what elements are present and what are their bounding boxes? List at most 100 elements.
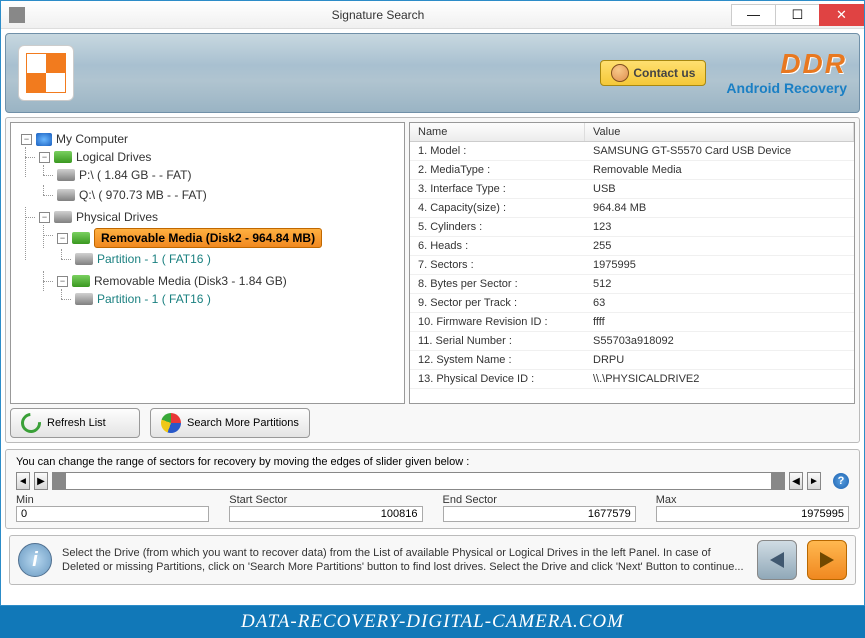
start-label: Start Sector (229, 494, 422, 506)
prop-name: 6. Heads : (410, 239, 585, 253)
tree-physical-drives[interactable]: − Physical Drives (37, 209, 400, 225)
node-label: Logical Drives (76, 150, 151, 164)
tree-disk2[interactable]: − Removable Media (Disk2 - 964.84 MB) (55, 227, 400, 249)
prop-name: 2. MediaType : (410, 163, 585, 177)
prop-name: 13. Physical Device ID : (410, 372, 585, 386)
end-input[interactable] (443, 506, 636, 522)
prop-name: 4. Capacity(size) : (410, 201, 585, 215)
contact-label: Contact us (633, 66, 695, 80)
slider-left-button[interactable]: ◄ (16, 472, 30, 490)
property-row[interactable]: 3. Interface Type :USB (410, 180, 854, 199)
main-content: − My Computer − Logical Drives (5, 117, 860, 605)
prop-name: 10. Firmware Revision ID : (410, 315, 585, 329)
properties-body: 1. Model :SAMSUNG GT-S5570 Card USB Devi… (410, 142, 854, 389)
prop-value: S55703a918092 (585, 334, 854, 348)
collapse-icon[interactable]: − (39, 212, 50, 223)
slider-track[interactable] (52, 472, 785, 490)
prop-name: 11. Serial Number : (410, 334, 585, 348)
prop-value: ffff (585, 315, 854, 329)
collapse-icon[interactable]: − (39, 152, 50, 163)
arrow-left-icon (770, 552, 784, 568)
prop-name: 5. Cylinders : (410, 220, 585, 234)
next-button[interactable] (807, 540, 847, 580)
prop-value: 63 (585, 296, 854, 310)
sector-hint: You can change the range of sectors for … (16, 456, 849, 468)
slider-right-button[interactable]: ► (807, 472, 821, 490)
slider-end-handle[interactable]: ◀ (789, 472, 803, 490)
tree-logical-drives[interactable]: − Logical Drives (37, 149, 400, 165)
prop-name: 1. Model : (410, 144, 585, 158)
property-row[interactable]: 11. Serial Number :S55703a918092 (410, 332, 854, 351)
property-row[interactable]: 12. System Name :DRPU (410, 351, 854, 370)
slider-start-handle[interactable]: ▶ (34, 472, 48, 490)
node-label: P:\ ( 1.84 GB - - FAT) (79, 168, 191, 182)
property-row[interactable]: 4. Capacity(size) :964.84 MB (410, 199, 854, 218)
max-input[interactable] (656, 506, 849, 522)
end-label: End Sector (443, 494, 636, 506)
prop-value: SAMSUNG GT-S5570 Card USB Device (585, 144, 854, 158)
property-row[interactable]: 6. Heads :255 (410, 237, 854, 256)
panels-container: − My Computer − Logical Drives (5, 117, 860, 443)
prop-value: 1975995 (585, 258, 854, 272)
tree-drive-p[interactable]: P:\ ( 1.84 GB - - FAT) (55, 167, 400, 183)
prop-value: 255 (585, 239, 854, 253)
info-icon: i (18, 543, 52, 577)
property-row[interactable]: 13. Physical Device ID :\\.\PHYSICALDRIV… (410, 370, 854, 389)
prop-value: DRPU (585, 353, 854, 367)
node-label-selected: Removable Media (Disk2 - 964.84 MB) (94, 228, 322, 248)
node-label: Removable Media (Disk3 - 1.84 GB) (94, 274, 287, 288)
property-row[interactable]: 5. Cylinders :123 (410, 218, 854, 237)
prop-name: 7. Sectors : (410, 258, 585, 272)
close-button[interactable]: ✕ (819, 4, 864, 26)
collapse-icon[interactable]: − (57, 276, 68, 287)
computer-icon (36, 133, 52, 146)
help-icon[interactable]: ? (833, 473, 849, 489)
button-label: Search More Partitions (187, 417, 299, 429)
start-sector-field: Start Sector (229, 494, 422, 522)
tree-disk2-partition[interactable]: Partition - 1 ( FAT16 ) (73, 251, 400, 267)
window-title: Signature Search (25, 8, 731, 22)
property-row[interactable]: 8. Bytes per Sector :512 (410, 275, 854, 294)
tree-disk3[interactable]: − Removable Media (Disk3 - 1.84 GB) (55, 273, 400, 289)
drive-group-icon (54, 151, 72, 163)
header-bar: Contact us DDR Android Recovery (5, 33, 860, 113)
property-row[interactable]: 1. Model :SAMSUNG GT-S5570 Card USB Devi… (410, 142, 854, 161)
collapse-icon[interactable]: − (57, 233, 68, 244)
partition-icon (75, 293, 93, 305)
brand-logo: DDR (726, 50, 847, 78)
properties-panel: Name Value 1. Model :SAMSUNG GT-S5570 Ca… (409, 122, 855, 404)
drive-tree[interactable]: − My Computer − Logical Drives (10, 122, 405, 404)
column-value[interactable]: Value (585, 123, 854, 141)
start-input[interactable] (229, 506, 422, 522)
property-row[interactable]: 2. MediaType :Removable Media (410, 161, 854, 180)
properties-header: Name Value (410, 123, 854, 142)
footer-text: Select the Drive (from which you want to… (62, 546, 747, 575)
watermark: DATA-RECOVERY-DIGITAL-CAMERA.COM (0, 606, 865, 638)
arrow-right-icon (820, 552, 834, 568)
min-input[interactable] (16, 506, 209, 522)
collapse-icon[interactable]: − (21, 134, 32, 145)
node-label: My Computer (56, 132, 128, 146)
contact-us-button[interactable]: Contact us (600, 60, 706, 86)
back-button[interactable] (757, 540, 797, 580)
minimize-button[interactable]: — (731, 4, 776, 26)
prop-value: 512 (585, 277, 854, 291)
tree-root[interactable]: − My Computer (19, 131, 400, 147)
property-row[interactable]: 10. Firmware Revision ID :ffff (410, 313, 854, 332)
column-name[interactable]: Name (410, 123, 585, 141)
search-more-partitions-button[interactable]: Search More Partitions (150, 408, 310, 438)
action-bar: Refresh List Search More Partitions (10, 408, 855, 438)
property-row[interactable]: 9. Sector per Track :63 (410, 294, 854, 313)
drive-group-icon (54, 211, 72, 223)
tree-drive-q[interactable]: Q:\ ( 970.73 MB - - FAT) (55, 187, 400, 203)
refresh-list-button[interactable]: Refresh List (10, 408, 140, 438)
maximize-button[interactable]: ☐ (775, 4, 820, 26)
tree-disk3-partition[interactable]: Partition - 1 ( FAT16 ) (73, 291, 400, 307)
prop-value: 123 (585, 220, 854, 234)
drive-icon (57, 189, 75, 201)
prop-value: Removable Media (585, 163, 854, 177)
drive-icon (72, 232, 90, 244)
max-field: Max (656, 494, 849, 522)
property-row[interactable]: 7. Sectors :1975995 (410, 256, 854, 275)
window-controls: — ☐ ✕ (731, 4, 864, 26)
